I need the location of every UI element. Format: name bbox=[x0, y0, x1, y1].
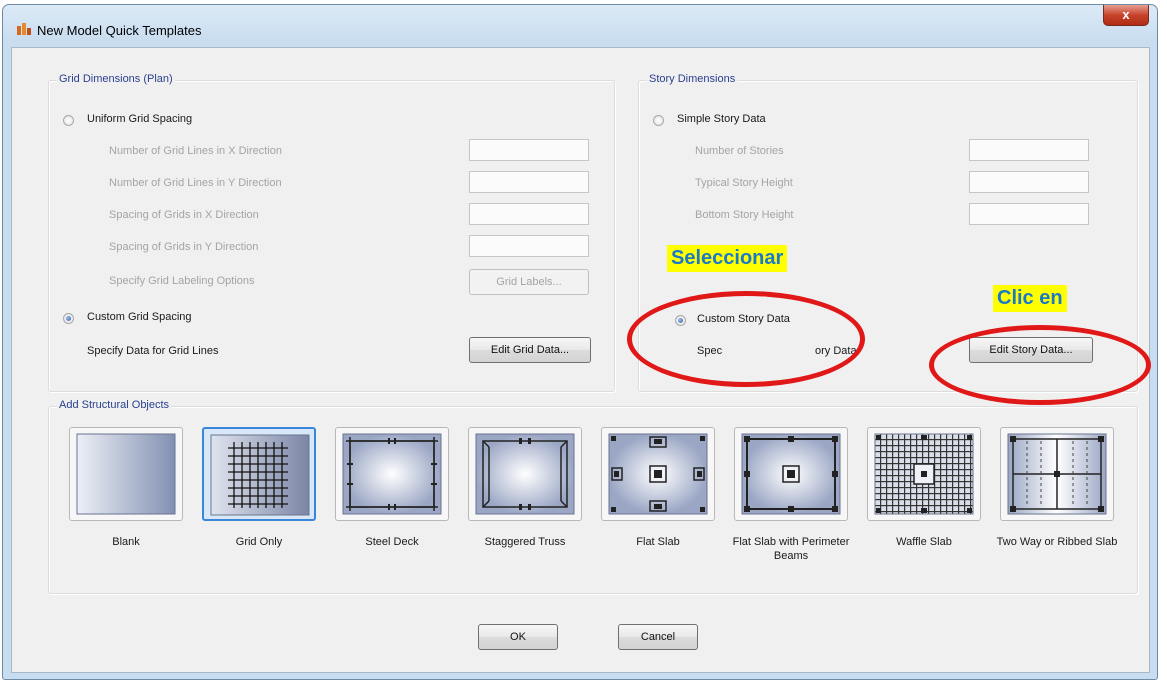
grid-only-template-icon bbox=[202, 427, 316, 521]
structural-objects-group: Add Structural Objects Blank Grid Only S… bbox=[48, 399, 1138, 594]
template-label: Waffle Slab bbox=[896, 536, 952, 548]
specify-grid-data-label: Specify Data for Grid Lines bbox=[87, 345, 219, 357]
grid-lines-x-input[interactable] bbox=[469, 139, 589, 161]
template-steel-deck[interactable]: Steel Deck bbox=[335, 427, 449, 548]
typical-story-height-label: Typical Story Height bbox=[695, 177, 793, 189]
uniform-grid-spacing-radio[interactable] bbox=[63, 115, 74, 126]
title-bar: New Model Quick Templates x bbox=[3, 5, 1157, 47]
typical-story-height-input[interactable] bbox=[969, 171, 1089, 193]
structural-objects-legend: Add Structural Objects bbox=[57, 399, 172, 411]
close-button[interactable]: x bbox=[1103, 5, 1149, 26]
steel-deck-template-icon bbox=[335, 427, 449, 521]
template-staggered-truss[interactable]: Staggered Truss bbox=[468, 427, 582, 548]
grid-lines-y-label: Number of Grid Lines in Y Direction bbox=[109, 177, 282, 189]
number-of-stories-input[interactable] bbox=[969, 139, 1089, 161]
template-label: Two Way or Ribbed Slab bbox=[996, 536, 1118, 548]
template-flat-slab[interactable]: Flat Slab bbox=[601, 427, 715, 548]
number-of-stories-label: Number of Stories bbox=[695, 145, 784, 157]
template-flat-slab-perimeter-beams[interactable]: Flat Slab with Perimeter Beams bbox=[733, 427, 849, 562]
uniform-grid-spacing-label: Uniform Grid Spacing bbox=[87, 113, 193, 125]
waffle-slab-template-icon bbox=[867, 427, 981, 521]
spacing-y-label: Spacing of Grids in Y Direction bbox=[109, 241, 259, 253]
grid-lines-y-input[interactable] bbox=[469, 171, 589, 193]
clic-en-callout: Clic en bbox=[993, 285, 1067, 312]
two-way-ribbed-slab-template-icon bbox=[1000, 427, 1114, 521]
grid-labeling-options-label: Specify Grid Labeling Options bbox=[109, 275, 255, 287]
blank-template-icon bbox=[69, 427, 183, 521]
edit-grid-data-button[interactable]: Edit Grid Data... bbox=[469, 337, 591, 363]
template-two-way-ribbed-slab[interactable]: Two Way or Ribbed Slab bbox=[997, 427, 1117, 548]
dialog-window: New Model Quick Templates x Grid Dimensi… bbox=[2, 4, 1158, 680]
spacing-x-label: Spacing of Grids in X Direction bbox=[109, 209, 259, 221]
story-dimensions-legend: Story Dimensions bbox=[647, 73, 738, 85]
staggered-truss-template-icon bbox=[468, 427, 582, 521]
template-label: Steel Deck bbox=[365, 536, 419, 548]
bottom-story-height-label: Bottom Story Height bbox=[695, 209, 794, 221]
spacing-y-input[interactable] bbox=[469, 235, 589, 257]
grid-lines-x-label: Number of Grid Lines in X Direction bbox=[109, 145, 283, 157]
grid-dimensions-legend: Grid Dimensions (Plan) bbox=[57, 73, 175, 85]
simple-story-data-label: Simple Story Data bbox=[677, 113, 766, 125]
flat-slab-template-icon bbox=[601, 427, 715, 521]
custom-grid-spacing-radio[interactable] bbox=[63, 313, 74, 324]
template-label: Flat Slab with Perimeter Beams bbox=[732, 536, 850, 562]
template-waffle-slab[interactable]: Waffle Slab bbox=[867, 427, 981, 548]
custom-story-highlight-ring bbox=[627, 291, 865, 387]
template-label: Flat Slab bbox=[636, 536, 680, 548]
ok-button[interactable]: OK bbox=[478, 624, 558, 650]
bottom-story-height-input[interactable] bbox=[969, 203, 1089, 225]
seleccionar-callout: Seleccionar bbox=[667, 245, 788, 272]
cancel-button[interactable]: Cancel bbox=[618, 624, 698, 650]
template-blank[interactable]: Blank bbox=[69, 427, 183, 548]
custom-grid-spacing-label: Custom Grid Spacing bbox=[87, 311, 192, 323]
template-grid-only[interactable]: Grid Only bbox=[202, 427, 316, 548]
template-label: Blank bbox=[112, 536, 140, 548]
template-label: Grid Only bbox=[235, 536, 283, 548]
grid-labels-button[interactable]: Grid Labels... bbox=[469, 269, 589, 295]
spacing-x-input[interactable] bbox=[469, 203, 589, 225]
edit-story-highlight-ring bbox=[929, 325, 1151, 405]
simple-story-data-radio[interactable] bbox=[653, 115, 664, 126]
template-label: Staggered Truss bbox=[484, 536, 566, 548]
window-title: New Model Quick Templates bbox=[37, 23, 202, 38]
flat-slab-perimeter-beams-template-icon bbox=[734, 427, 848, 521]
etabs-app-icon bbox=[17, 23, 31, 35]
grid-dimensions-group: Grid Dimensions (Plan) Uniform Grid Spac… bbox=[48, 73, 615, 392]
